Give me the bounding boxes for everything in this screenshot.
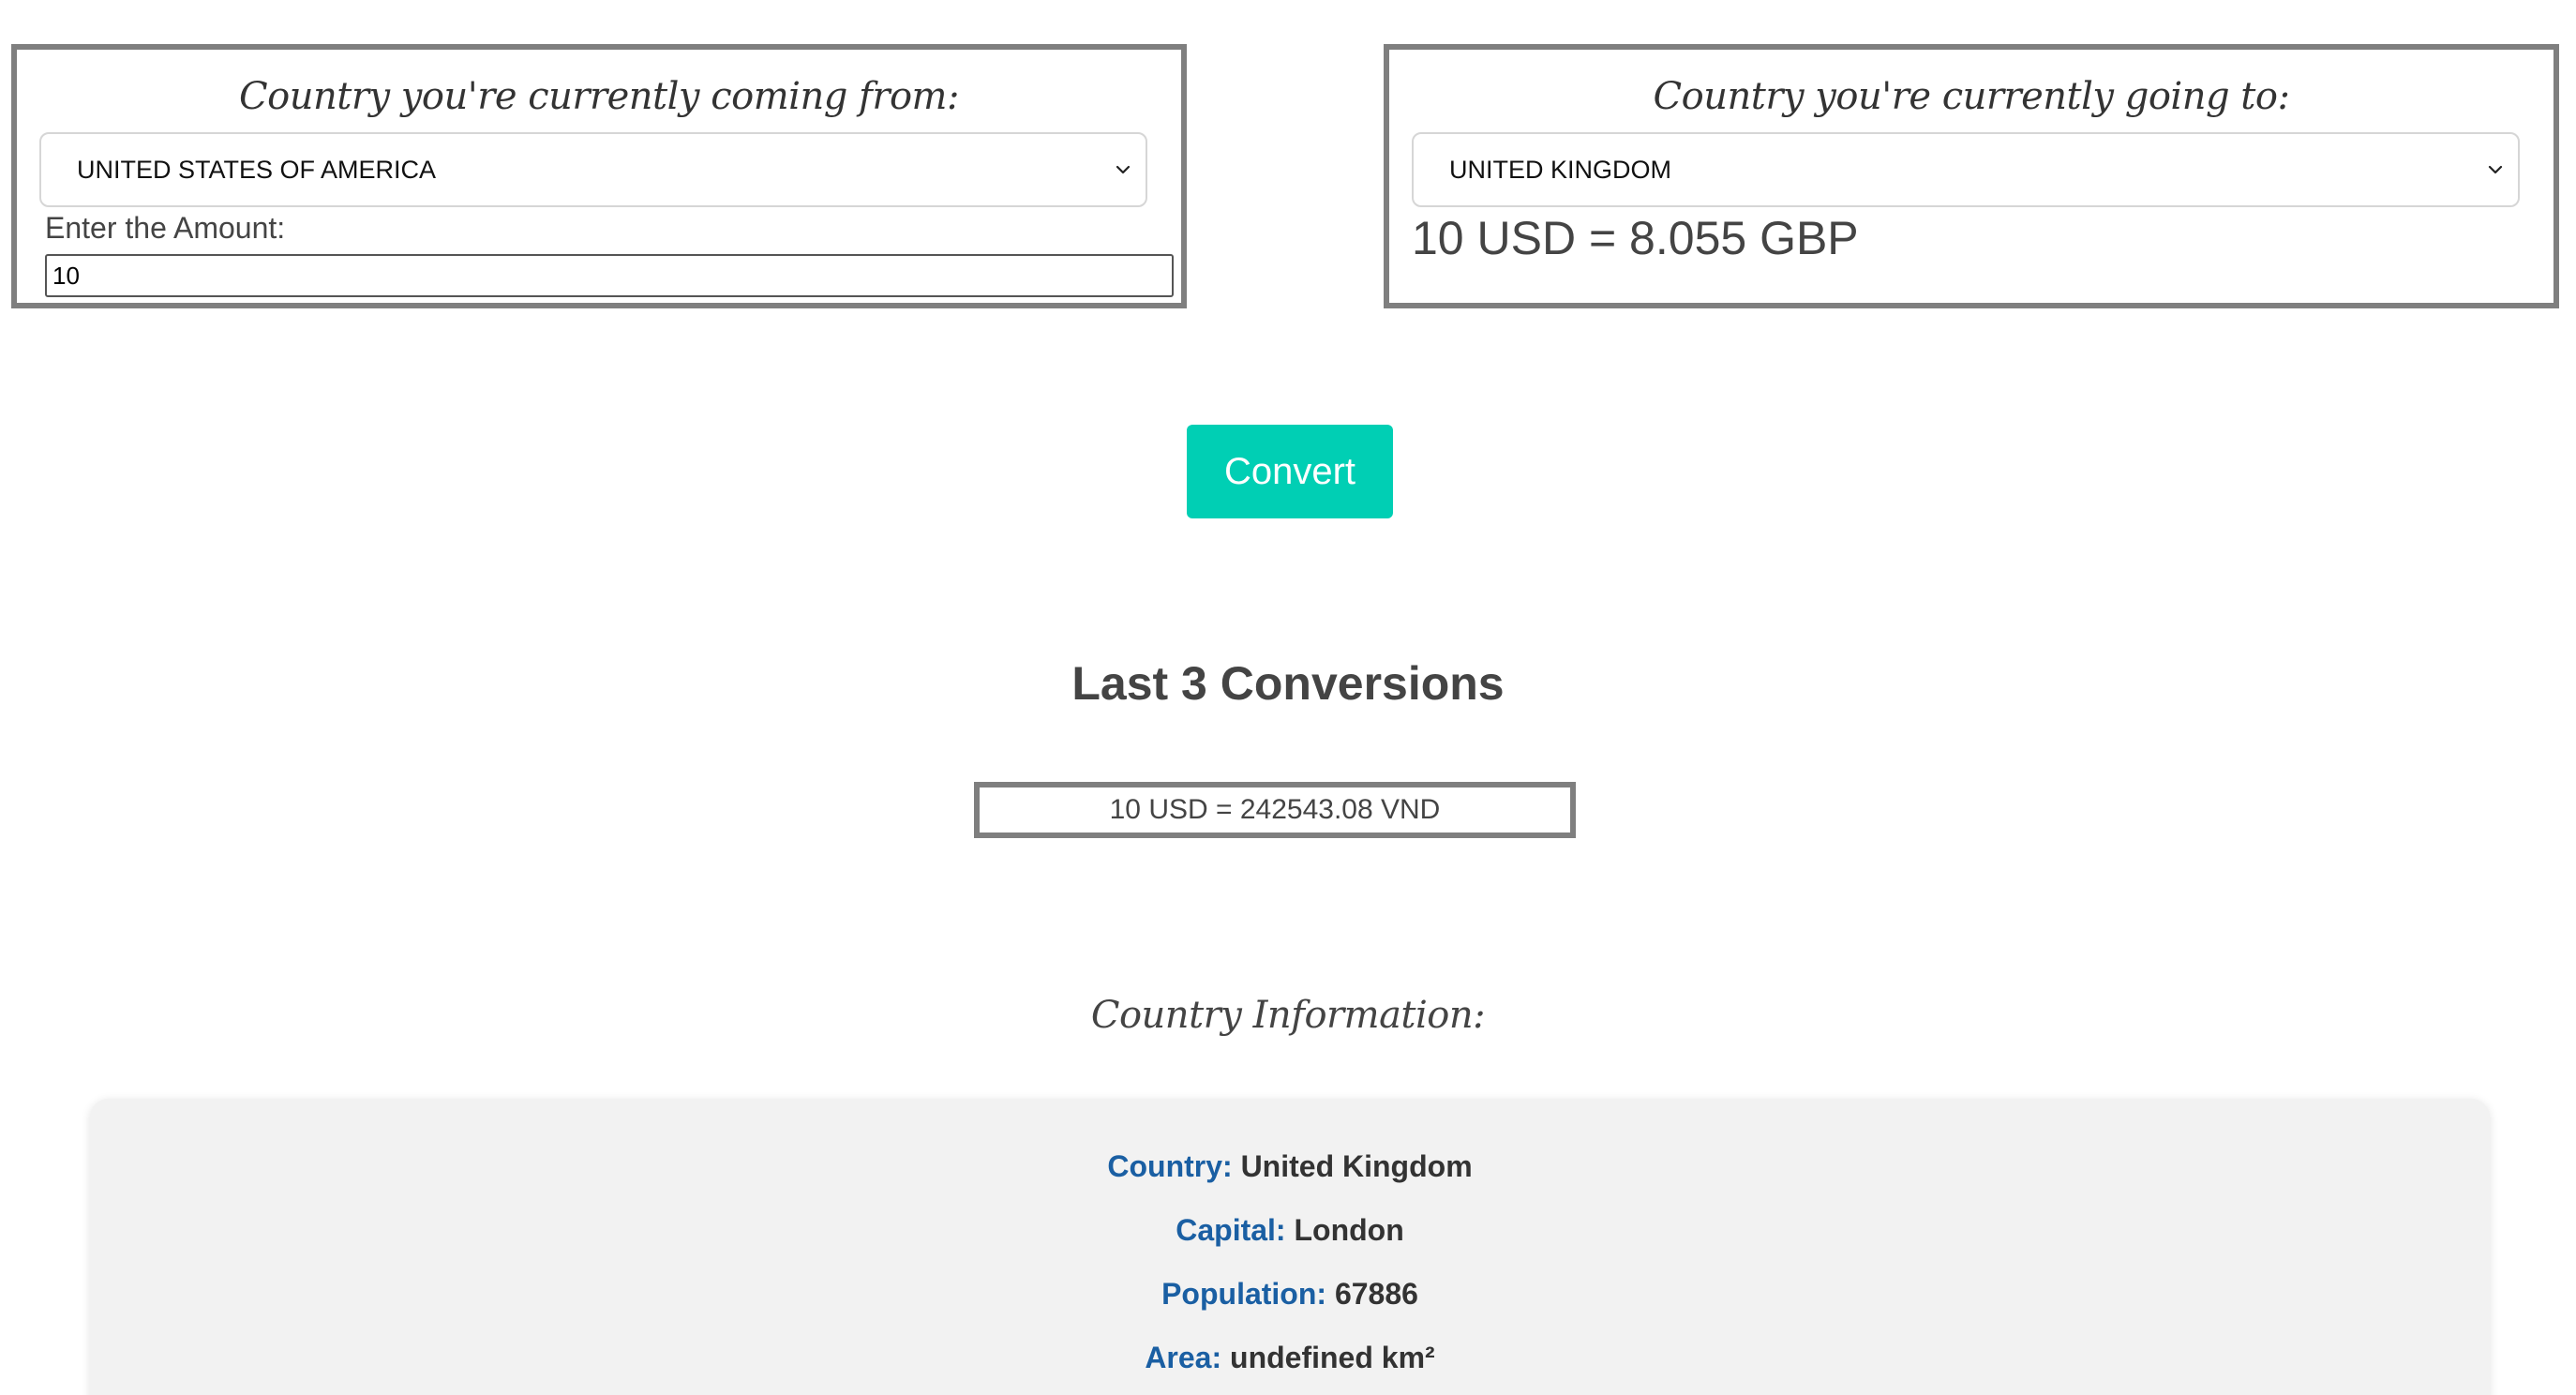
conversion-result: 10 USD = 8.055 GBP [1412,212,1859,264]
history-item: 10 USD = 242543.08 VND [974,782,1576,838]
to-country-heading: Country you're currently going to: [1653,75,2290,118]
info-value-population: 67886 [1334,1277,1418,1311]
info-value-country: United Kingdom [1240,1149,1473,1183]
chevron-down-icon [2488,165,2503,174]
info-label-area: Area: [1145,1341,1222,1374]
to-country-selected-value: UNITED KINGDOM [1449,155,1672,184]
to-country-panel: Country you're currently going to: UNITE… [1384,44,2559,308]
convert-button[interactable]: Convert [1187,425,1393,518]
chevron-down-icon [1116,165,1131,174]
from-country-panel: Country you're currently coming from: UN… [11,44,1187,308]
info-value-capital: London [1294,1213,1404,1247]
amount-input[interactable] [45,254,1174,297]
country-info-card: Country: United Kingdom Capital: London … [90,1099,2490,1395]
to-country-select[interactable]: UNITED KINGDOM [1412,132,2520,207]
info-value-area: undefined km² [1230,1341,1435,1374]
info-row-population: Population: 67886 [90,1277,2490,1312]
info-label-country: Country: [1107,1149,1233,1183]
country-info-heading: Country Information: [1090,994,1486,1037]
amount-label: Enter the Amount: [45,211,286,245]
info-row-country: Country: United Kingdom [90,1149,2490,1184]
history-title: Last 3 Conversions [1071,657,1505,710]
from-country-heading: Country you're currently coming from: [239,75,959,118]
info-row-capital: Capital: London [90,1213,2490,1248]
info-label-capital: Capital: [1176,1213,1286,1247]
currency-converter-page: Country you're currently coming from: UN… [0,0,2576,1395]
from-country-select[interactable]: UNITED STATES OF AMERICA [39,132,1147,207]
info-row-area: Area: undefined km² [90,1341,2490,1375]
info-label-population: Population: [1161,1277,1327,1311]
from-country-selected-value: UNITED STATES OF AMERICA [77,155,437,184]
